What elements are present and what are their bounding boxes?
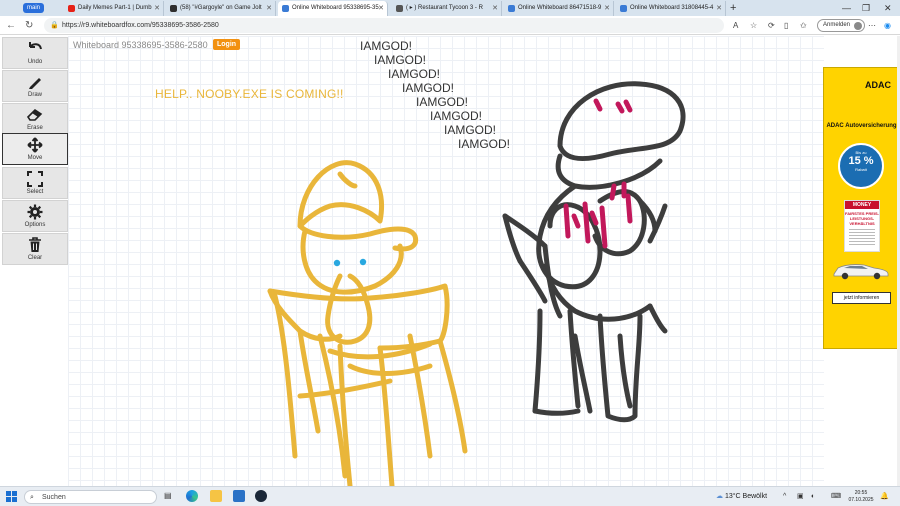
undo-button[interactable]: Undo bbox=[2, 37, 68, 69]
tab-whiteboard-active[interactable]: Online Whiteboard 95338695-35 ✕ bbox=[278, 1, 388, 16]
canvas-iamgod-text: IAMGOD! bbox=[360, 39, 413, 53]
tab-whiteboard-3[interactable]: Online Whiteboard 31808445-4 ✕ bbox=[616, 1, 726, 16]
refresh-extension-icon[interactable]: ⟳ bbox=[768, 18, 775, 33]
close-window-icon[interactable]: ✕ bbox=[884, 0, 892, 16]
url-text[interactable]: https://r9.whiteboardfox.com/95338695-35… bbox=[62, 18, 219, 33]
back-arrow-icon[interactable]: ← bbox=[6, 18, 16, 33]
youtube-favicon-icon bbox=[68, 5, 75, 12]
split-screen-icon[interactable]: ▯ bbox=[784, 18, 788, 33]
edge-app-icon[interactable] bbox=[186, 490, 198, 502]
keyboard-icon[interactable]: ⌨ bbox=[831, 487, 841, 506]
canvas-iamgod-text: IAMGOD! bbox=[430, 109, 483, 123]
undo-icon bbox=[3, 38, 67, 58]
address-bar: ← ↻ 🔒 https://r9.whiteboardfox.com/95338… bbox=[0, 16, 900, 35]
windows-start-icon[interactable] bbox=[6, 491, 17, 502]
tab-gargoyle-gamejolt[interactable]: (58) "#Gargoyle" on Game Jolt ✕ bbox=[166, 1, 276, 16]
new-tab-button[interactable]: + bbox=[730, 1, 736, 15]
windows-taskbar: ⌕ Suchen ▤ ☁ 13°C Bewölkt ^ ▣ ◐ ⌨ 20:55 … bbox=[0, 486, 900, 506]
read-aloud-icon[interactable]: A bbox=[733, 18, 738, 33]
adac-ad-banner[interactable]: ADAC ADAC Autoversicherung Bis zu 15 % R… bbox=[823, 67, 898, 349]
car-image bbox=[833, 264, 889, 280]
tab-restaurant-tycoon[interactable]: ( ▸ ) Restaurant Tycoon 3 - R ✕ bbox=[392, 1, 502, 16]
ad-title: ADAC Autoversicherung bbox=[826, 123, 897, 129]
canvas-iamgod-text: IAMGOD! bbox=[374, 53, 427, 67]
options-button[interactable]: Options bbox=[2, 200, 68, 232]
close-tab-icon[interactable]: ✕ bbox=[154, 1, 160, 16]
trash-icon bbox=[3, 234, 67, 254]
ad-cta-button[interactable]: jetzt informieren bbox=[832, 292, 891, 304]
clear-button[interactable]: Clear bbox=[2, 233, 68, 265]
gamejolt-favicon-icon bbox=[170, 5, 177, 12]
board-id-label: Whiteboard 95338695-3586-2580 bbox=[73, 40, 208, 50]
close-tab-icon[interactable]: ✕ bbox=[604, 1, 610, 16]
avatar-icon bbox=[854, 22, 863, 30]
favorites-icon[interactable]: ✩ bbox=[800, 18, 807, 33]
profile-chip[interactable]: main bbox=[23, 3, 45, 13]
minimize-icon[interactable]: — bbox=[842, 0, 851, 16]
tab-whiteboard-2[interactable]: Online Whiteboard 86471518-9 ✕ bbox=[504, 1, 614, 16]
whiteboard-favicon-icon bbox=[508, 5, 515, 12]
pencil-icon bbox=[3, 71, 67, 91]
canvas-iamgod-text: IAMGOD! bbox=[416, 95, 469, 109]
tray-app-icon[interactable]: ◐ bbox=[811, 487, 815, 506]
yellow-character-eyes bbox=[333, 258, 367, 267]
url-field[interactable]: 🔒 https://r9.whiteboardfox.com/95338695-… bbox=[44, 18, 724, 33]
cloud-icon: ☁ bbox=[716, 493, 723, 500]
whiteboard-app: Undo Draw Erase Move Select Options Clea… bbox=[0, 36, 900, 486]
tray-app-icon[interactable]: ▣ bbox=[797, 487, 804, 506]
close-tab-icon[interactable]: ✕ bbox=[266, 1, 272, 16]
gear-icon bbox=[3, 201, 67, 221]
tab-daily-memes[interactable]: Daily Memes Part-1 | Dumb ✕ bbox=[64, 1, 164, 16]
move-icon bbox=[3, 134, 67, 154]
money-award-card: MONEY FAIRSTES PREIS-LEISTUNGS-VERHÄLTNI… bbox=[844, 200, 880, 252]
steam-app-icon[interactable] bbox=[255, 490, 267, 502]
erase-button[interactable]: Erase bbox=[2, 103, 68, 135]
notification-bell-icon[interactable]: 🔔 bbox=[880, 487, 889, 506]
close-tab-icon[interactable]: ✕ bbox=[492, 1, 498, 16]
canvas-iamgod-text: IAMGOD! bbox=[388, 67, 441, 81]
browser-tab-bar: main Daily Memes Part-1 | Dumb ✕ (58) "#… bbox=[0, 0, 900, 16]
task-view-icon[interactable]: ▤ bbox=[164, 490, 176, 502]
file-explorer-icon[interactable] bbox=[210, 490, 222, 502]
move-button[interactable]: Move bbox=[2, 133, 68, 165]
copilot-icon[interactable]: ◉ bbox=[884, 18, 891, 33]
yellow-character-drawing bbox=[267, 160, 468, 486]
roblox-favicon-icon bbox=[396, 5, 403, 12]
favorite-star-icon[interactable]: ☆ bbox=[750, 18, 757, 33]
reload-icon[interactable]: ↻ bbox=[25, 18, 33, 33]
system-clock[interactable]: 20:55 07.10.2025 bbox=[848, 490, 874, 504]
dark-character-magenta-marks bbox=[563, 98, 633, 249]
whiteboard-favicon-icon bbox=[620, 5, 627, 12]
maximize-icon[interactable]: ❐ bbox=[862, 0, 870, 16]
outlook-app-icon[interactable] bbox=[233, 490, 245, 502]
taskbar-search[interactable]: ⌕ Suchen bbox=[24, 490, 157, 504]
tray-overflow-icon[interactable]: ^ bbox=[783, 487, 786, 506]
canvas-iamgod-text: IAMGOD! bbox=[402, 81, 455, 95]
signin-button[interactable]: Anmelden bbox=[817, 19, 866, 32]
adac-logo: ADAC bbox=[865, 80, 891, 90]
draw-button[interactable]: Draw bbox=[2, 70, 68, 102]
whiteboard-toolbar: Undo Draw Erase Move Select Options Clea… bbox=[0, 36, 68, 486]
select-button[interactable]: Select bbox=[2, 167, 68, 199]
search-icon: ⌕ bbox=[30, 494, 34, 501]
discount-badge: Bis zu 15 % Rabatt bbox=[838, 143, 884, 189]
weather-widget[interactable]: ☁ 13°C Bewölkt bbox=[716, 487, 767, 506]
dark-character-drawing bbox=[502, 81, 686, 423]
more-menu-icon[interactable]: ⋯ bbox=[868, 18, 876, 33]
eraser-icon bbox=[3, 104, 67, 124]
canvas-help-text: HELP.. NOOBY.EXE IS COMING!! bbox=[155, 87, 344, 101]
lock-icon: 🔒 bbox=[50, 22, 59, 29]
select-icon bbox=[3, 168, 67, 188]
canvas-iamgod-text: IAMGOD! bbox=[458, 137, 511, 151]
close-tab-icon[interactable]: ✕ bbox=[378, 1, 384, 16]
canvas-iamgod-text: IAMGOD! bbox=[444, 123, 497, 137]
whiteboard-favicon-icon bbox=[282, 5, 289, 12]
close-tab-icon[interactable]: ✕ bbox=[716, 1, 722, 16]
login-button[interactable]: Login bbox=[213, 39, 241, 50]
